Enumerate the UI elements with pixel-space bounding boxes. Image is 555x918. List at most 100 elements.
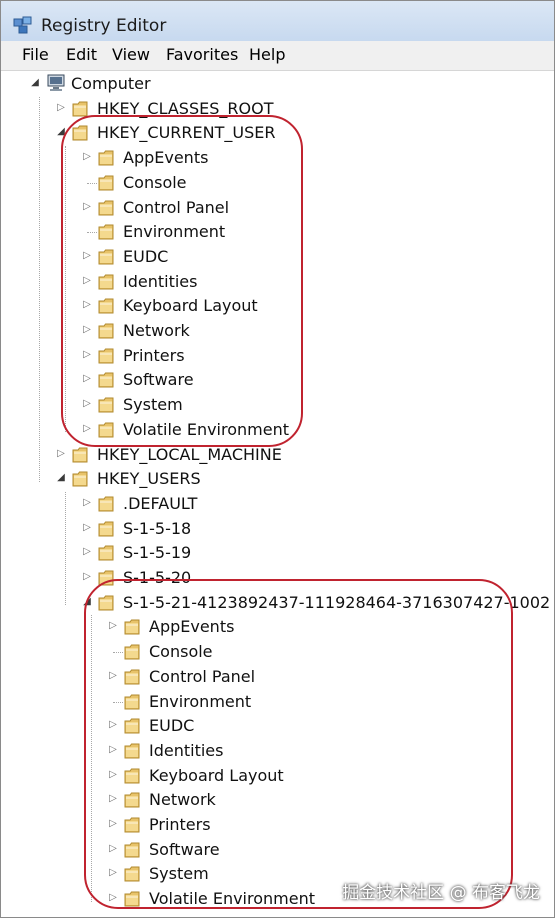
collapsed-arrow-icon[interactable]: ▷ xyxy=(81,496,93,510)
tree-item[interactable]: ▷ AppEvents xyxy=(1,146,551,170)
tree-item[interactable]: ▷ Keyboard Layout xyxy=(1,764,551,788)
collapsed-arrow-icon[interactable]: ▷ xyxy=(107,866,119,880)
collapsed-arrow-icon[interactable]: ▷ xyxy=(55,101,67,115)
expanded-arrow-icon[interactable]: ◢ xyxy=(55,471,67,485)
expanded-arrow-icon[interactable]: ◢ xyxy=(81,595,93,609)
tree-item[interactable]: ▷ AppEvents xyxy=(1,615,551,639)
tree-item[interactable]: ◢ Computer xyxy=(1,72,551,96)
tree-item-label: HKEY_CURRENT_USER xyxy=(97,123,276,143)
folder-icon xyxy=(72,123,89,142)
collapsed-arrow-icon[interactable]: ▷ xyxy=(81,521,93,535)
menu-bar: File Edit View Favorites Help xyxy=(1,41,554,71)
folder-icon xyxy=(124,889,141,908)
tree-item[interactable]: ▷ .DEFAULT xyxy=(1,492,551,516)
collapsed-arrow-icon[interactable]: ▷ xyxy=(107,792,119,806)
watermark: 掘金技术社区 @ 布客飞龙 xyxy=(342,883,540,903)
folder-icon xyxy=(72,469,89,488)
folder-icon xyxy=(124,642,141,661)
tree-item-label: Environment xyxy=(149,691,252,711)
tree-item[interactable]: ◢ HKEY_CURRENT_USER xyxy=(1,121,551,145)
tree-item[interactable]: Environment xyxy=(1,220,551,244)
tree-item[interactable]: ▷ Volatile Environment xyxy=(1,418,551,442)
collapsed-arrow-icon[interactable]: ▷ xyxy=(107,669,119,683)
tree-item[interactable]: ▷ Identities xyxy=(1,739,551,763)
folder-icon xyxy=(98,173,115,192)
folder-icon xyxy=(124,667,141,686)
tree-item[interactable]: ▷ Control Panel xyxy=(1,665,551,689)
collapsed-arrow-icon[interactable]: ▷ xyxy=(107,718,119,732)
collapsed-arrow-icon[interactable]: ▷ xyxy=(107,768,119,782)
collapsed-arrow-icon[interactable]: ▷ xyxy=(107,619,119,633)
tree-item[interactable]: Console xyxy=(1,171,551,195)
collapsed-arrow-icon[interactable]: ▷ xyxy=(107,817,119,831)
registry-editor-window: Registry Editor File Edit View Favorites… xyxy=(0,0,555,918)
collapsed-arrow-icon[interactable]: ▷ xyxy=(107,842,119,856)
tree-item[interactable]: ▷ EUDC xyxy=(1,245,551,269)
tree-item[interactable]: ▷ System xyxy=(1,393,551,417)
tree-item[interactable]: ▷ HKEY_CLASSES_ROOT xyxy=(1,97,551,121)
collapsed-arrow-icon[interactable]: ▷ xyxy=(81,249,93,263)
tree-item-label: .DEFAULT xyxy=(123,493,198,513)
tree-item-label: System xyxy=(123,395,183,415)
collapsed-arrow-icon[interactable]: ▷ xyxy=(81,545,93,559)
tree-item[interactable]: ▷ S-1-5-19 xyxy=(1,541,551,565)
tree-item-label: Volatile Environment xyxy=(123,419,289,439)
collapsed-arrow-icon[interactable]: ▷ xyxy=(81,570,93,584)
collapsed-arrow-icon[interactable]: ▷ xyxy=(55,447,67,461)
menu-edit[interactable]: Edit xyxy=(65,45,98,65)
tree-item[interactable]: Environment xyxy=(1,690,551,714)
menu-file[interactable]: File xyxy=(21,45,50,65)
folder-icon xyxy=(124,692,141,711)
menu-favorites[interactable]: Favorites xyxy=(165,45,239,65)
tree-item-label: Environment xyxy=(123,222,226,242)
expanded-arrow-icon[interactable]: ◢ xyxy=(55,125,67,139)
tree-item[interactable]: ▷ Network xyxy=(1,319,551,343)
tree-item[interactable]: ▷ HKEY_LOCAL_MACHINE xyxy=(1,443,551,467)
folder-icon xyxy=(98,543,115,562)
collapsed-arrow-icon[interactable]: ▷ xyxy=(81,274,93,288)
expanded-arrow-icon[interactable]: ◢ xyxy=(29,76,41,90)
tree-item[interactable]: ▷ Software xyxy=(1,368,551,392)
collapsed-arrow-icon[interactable]: ▷ xyxy=(81,372,93,386)
menu-view[interactable]: View xyxy=(111,45,151,65)
folder-icon xyxy=(98,494,115,513)
tree-item[interactable]: ◢ S-1-5-21-4123892437-111928464-371630742… xyxy=(1,591,551,615)
tree-item-label: Console xyxy=(123,172,187,192)
collapsed-arrow-icon[interactable]: ▷ xyxy=(107,743,119,757)
collapsed-arrow-icon[interactable]: ▷ xyxy=(81,150,93,164)
tree-item[interactable]: ▷ EUDC xyxy=(1,714,551,738)
folder-icon xyxy=(98,568,115,587)
tree-item-label: Control Panel xyxy=(123,197,230,217)
folder-icon xyxy=(98,395,115,414)
tree-item[interactable]: ▷ S-1-5-18 xyxy=(1,517,551,541)
tree-item[interactable]: ▷ S-1-5-20 xyxy=(1,566,551,590)
folder-icon xyxy=(124,617,141,636)
tree-item-label: Network xyxy=(123,321,190,340)
tree-item[interactable]: ▷ Software xyxy=(1,838,551,862)
computer-icon xyxy=(46,74,66,93)
collapsed-arrow-icon[interactable]: ▷ xyxy=(81,323,93,337)
folder-icon xyxy=(124,790,141,809)
collapsed-arrow-icon[interactable]: ▷ xyxy=(81,397,93,411)
tree-item-label: HKEY_CLASSES_ROOT xyxy=(97,98,274,118)
tree-item[interactable]: ▷ Printers xyxy=(1,344,551,368)
tree-item[interactable]: Console xyxy=(1,640,551,664)
tree-item[interactable]: ▷ Network xyxy=(1,788,551,812)
folder-icon xyxy=(98,247,115,266)
collapsed-arrow-icon[interactable]: ▷ xyxy=(81,348,93,362)
folder-icon xyxy=(72,99,89,118)
tree-item[interactable]: ◢ HKEY_USERS xyxy=(1,467,551,491)
collapsed-arrow-icon[interactable]: ▷ xyxy=(107,891,119,905)
tree-item[interactable]: ▷ Keyboard Layout xyxy=(1,294,551,318)
tree-item[interactable]: ▷ Printers xyxy=(1,813,551,837)
tree-item-label: EUDC xyxy=(149,716,195,736)
title-bar[interactable]: Registry Editor xyxy=(1,1,554,41)
tree-item[interactable]: ▷ Control Panel xyxy=(1,196,551,220)
collapsed-arrow-icon[interactable]: ▷ xyxy=(81,422,93,436)
collapsed-arrow-icon[interactable]: ▷ xyxy=(81,298,93,312)
menu-help[interactable]: Help xyxy=(248,45,286,65)
collapsed-arrow-icon[interactable]: ▷ xyxy=(81,200,93,214)
folder-icon xyxy=(98,593,115,612)
tree-item[interactable]: ▷ Identities xyxy=(1,270,551,294)
tree-item-label: Software xyxy=(123,370,194,390)
